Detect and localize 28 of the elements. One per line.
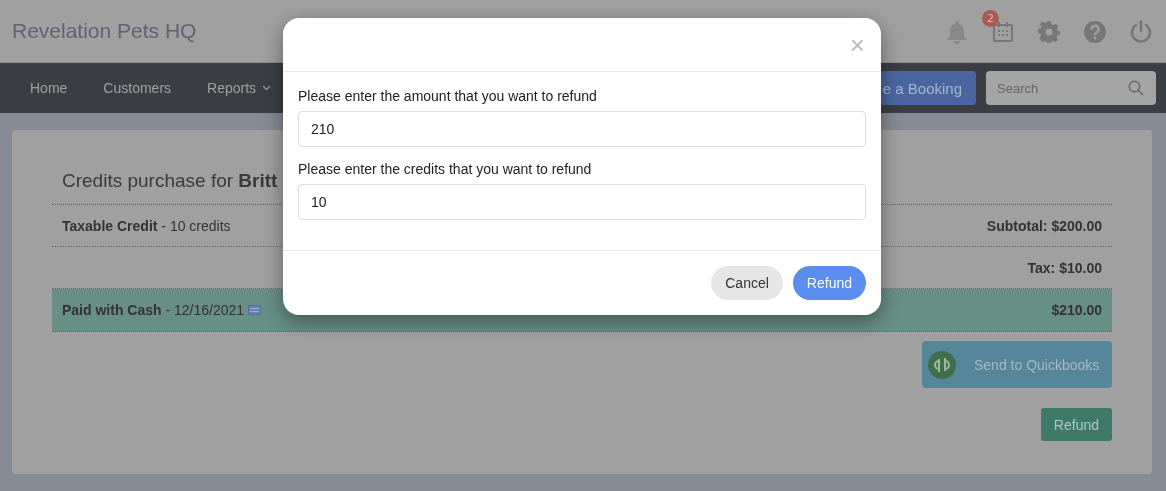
amount: Subtotal: $200.00 [986, 217, 1102, 234]
field-label: Please enter the amount that you want to refund [298, 88, 598, 104]
row-label: Paid with Cash - 12/16/2021 [62, 302, 245, 318]
cancel-button[interactable]: Cancel [711, 266, 783, 300]
settings-icon[interactable] [1038, 21, 1060, 43]
help-icon[interactable] [1084, 21, 1106, 43]
nav-link[interactable]: Reports [189, 80, 290, 96]
note-icon [248, 305, 262, 315]
input-field[interactable]: 10 [298, 184, 866, 220]
amount: $210.00 [1051, 302, 1102, 318]
quickbooks-logo-icon [928, 350, 956, 379]
refund-button[interactable]: Refund [792, 266, 866, 300]
search-field[interactable]: Search [986, 71, 1156, 105]
row-label: Taxable Credit - 10 credits [62, 217, 231, 234]
app-title: Revelation Pets HQ [12, 19, 197, 43]
refund-button[interactable]: Refund [1040, 408, 1112, 441]
input-field[interactable]: 210 [298, 111, 866, 147]
card-title: Credits purchase for Britt [62, 170, 278, 192]
calendar-icon[interactable] [992, 21, 1014, 43]
field-label: Please enter the credits that you want to refund [298, 161, 593, 177]
power-icon[interactable] [1130, 20, 1152, 44]
nav-link[interactable]: Home [12, 80, 86, 96]
bell-icon[interactable] [946, 20, 968, 44]
booking-button[interactable]: e a Booking [878, 71, 976, 105]
nav-link[interactable]: Customers [85, 80, 190, 96]
amount: Tax: $10.00 [1027, 259, 1102, 276]
search-icon [1128, 80, 1144, 96]
notification-badge: 2 [982, 10, 999, 27]
